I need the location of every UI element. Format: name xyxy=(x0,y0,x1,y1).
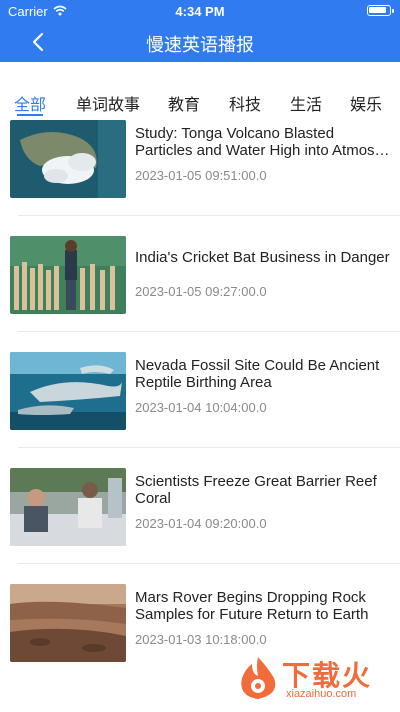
article-date: 2023-01-04 09:20:00.0 xyxy=(135,516,267,531)
tab-entertainment[interactable]: 娱乐 xyxy=(350,91,382,115)
list-item[interactable]: Scientists Freeze Great Barrier Reef Cor… xyxy=(0,466,400,566)
divider xyxy=(18,563,400,564)
divider xyxy=(18,447,400,448)
page-title: 慢速英语播报 xyxy=(146,35,254,55)
battery-level xyxy=(369,7,387,13)
article-date: 2023-01-03 10:18:00.0 xyxy=(135,632,267,647)
top-bar: Carrier 4:34 PM 慢速英语播报 xyxy=(0,0,400,62)
article-thumbnail xyxy=(10,120,126,198)
article-title: Scientists Freeze Great Barrier Reef Cor… xyxy=(135,473,377,507)
article-title: Study: Tonga Volcano Blasted Particles a… xyxy=(135,125,390,159)
status-bar: Carrier 4:34 PM xyxy=(0,0,400,22)
tab-life[interactable]: 生活 xyxy=(290,91,322,115)
tab-technology[interactable]: 科技 xyxy=(229,91,261,115)
article-date: 2023-01-05 09:27:00.0 xyxy=(135,284,267,299)
tab-word-stories[interactable]: 单词故事 xyxy=(76,91,140,115)
article-thumbnail xyxy=(10,584,126,662)
list-item[interactable]: Nevada Fossil Site Could Be Ancient Rept… xyxy=(0,350,400,450)
article-thumbnail xyxy=(10,236,126,314)
list-item[interactable]: Study: Tonga Volcano Blasted Particles a… xyxy=(0,118,400,218)
watermark-url: xiazaihuo.com xyxy=(286,688,357,700)
article-thumbnail xyxy=(10,352,126,430)
article-date: 2023-01-04 10:04:00.0 xyxy=(135,400,267,415)
watermark: 下载火 xiazaihuo.com xyxy=(234,648,394,708)
divider xyxy=(18,331,400,332)
list-item[interactable]: India's Cricket Bat Business in Danger 2… xyxy=(0,234,400,334)
article-title: India's Cricket Bat Business in Danger xyxy=(135,249,390,266)
article-thumbnail xyxy=(10,468,126,546)
clock: 4:34 PM xyxy=(175,4,225,19)
active-tab-indicator xyxy=(17,114,43,116)
category-tabs: 全部 单词故事 教育 科技 生活 娱乐 xyxy=(0,84,400,118)
navigation-bar: 慢速英语播报 xyxy=(0,22,400,62)
flame-logo-icon xyxy=(241,657,276,699)
battery-icon xyxy=(367,5,394,16)
divider xyxy=(18,215,400,216)
article-date: 2023-01-05 09:51:00.0 xyxy=(135,168,267,183)
tab-education[interactable]: 教育 xyxy=(168,91,200,115)
article-title: Nevada Fossil Site Could Be Ancient Rept… xyxy=(135,357,380,391)
article-title: Mars Rover Begins Dropping Rock Samples … xyxy=(135,589,369,623)
tab-all[interactable]: 全部 xyxy=(14,91,46,115)
